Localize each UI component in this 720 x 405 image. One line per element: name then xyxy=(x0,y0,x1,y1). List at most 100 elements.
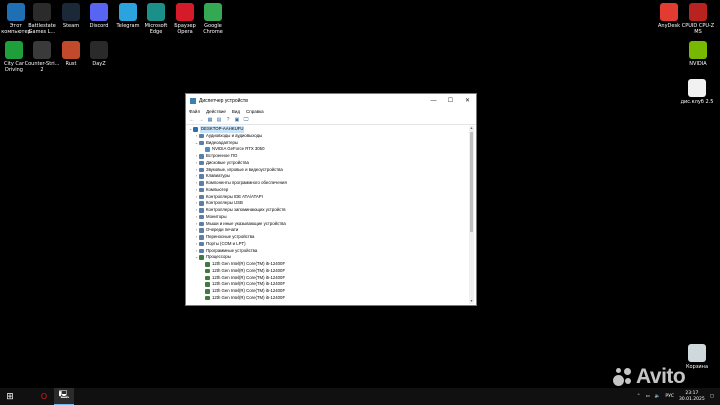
device-category[interactable]: ⌄ Видеоадаптеры xyxy=(188,140,472,147)
scroll-up-icon[interactable]: ▲ xyxy=(469,126,474,131)
device-category[interactable]: ⌄ Процессоры xyxy=(188,254,472,261)
menu-view[interactable]: Вид xyxy=(232,109,240,114)
device-icon xyxy=(199,201,204,206)
toolbar: ← → ▦ ▤ ? ▣ 🖵 xyxy=(186,116,476,125)
show-hide-tree-icon[interactable]: ▦ xyxy=(207,117,213,123)
recycle-bin-icon xyxy=(688,344,706,362)
cpu-icon xyxy=(205,295,210,301)
device-category[interactable]: › Контроллеры запоминающих устройств xyxy=(188,207,472,214)
menu-file[interactable]: Файл xyxy=(189,109,200,114)
device-icon xyxy=(199,241,204,247)
device-item[interactable]: 12th Gen Intel(R) Core(TM) i5-12400F xyxy=(188,295,472,302)
tree-node-label: Компьютер xyxy=(206,186,229,192)
menu-help[interactable]: Справка xyxy=(246,109,264,114)
device-icon xyxy=(199,181,204,186)
tree-node-label: Мониторы xyxy=(206,213,227,219)
device-category[interactable]: › Компьютер xyxy=(188,187,472,194)
tree-node-label: Дисковые устройства xyxy=(206,159,249,165)
tree-node-label: 12th Gen Intel(R) Core(TM) i5-12400F xyxy=(212,261,286,266)
start-button[interactable]: ⊞ xyxy=(0,388,20,405)
network-icon[interactable]: ▭ xyxy=(645,394,649,399)
taskbar: ⊞ O 🖳 ⌃ ▭ 🔈 РУС 23:17 30.01.2025 ▢ xyxy=(0,388,720,405)
device-category[interactable]: › Компоненты программного обеспечения xyxy=(188,180,472,187)
gpu-icon xyxy=(205,147,210,152)
minimize-button[interactable]: — xyxy=(425,94,442,107)
tree-node-label: Контроллеры запоминающих устройств xyxy=(206,207,286,212)
maximize-button[interactable]: ☐ xyxy=(442,94,459,107)
device-category[interactable]: › Встроенное ПО xyxy=(188,153,472,160)
device-tree[interactable]: ⌄ DESKTOP-AAHKUFU › Аудиовходы и аудиовыход… xyxy=(188,126,472,304)
language-indicator[interactable]: РУС xyxy=(665,394,674,399)
device-category[interactable]: › Клавиатуры xyxy=(188,173,472,180)
device-icon xyxy=(199,167,204,173)
system-tray: ⌃ ▭ 🔈 РУС 23:17 30.01.2025 ▢ xyxy=(637,388,714,405)
tree-node-label: NVIDIA GeForce RTX 3050 xyxy=(212,146,265,152)
desktop-shortcut[interactable]: DayZ xyxy=(79,41,119,67)
tree-node-label: 12th Gen Intel(R) Core(TM) i5-12400F xyxy=(212,294,286,300)
device-item[interactable]: 12th Gen Intel(R) Core(TM) i5-12400F xyxy=(188,261,472,268)
help-icon[interactable]: ? xyxy=(225,117,231,123)
desktop-shortcut[interactable]: дис.клуб 2.5 xyxy=(677,79,717,105)
device-category[interactable]: › Переносные устройства xyxy=(188,234,472,241)
window-title: Диспетчер устройств xyxy=(199,97,248,104)
device-item[interactable]: 12th Gen Intel(R) Core(TM) i5-12400F xyxy=(188,281,472,288)
cpu-icon xyxy=(205,275,210,281)
device-item[interactable]: 12th Gen Intel(R) Core(TM) i5-12400F xyxy=(188,268,472,275)
scroll-thumb[interactable] xyxy=(470,132,473,232)
title-bar[interactable]: Диспетчер устройств — ☐ ✕ xyxy=(186,94,476,107)
desktop-shortcut-label: Google Chrome xyxy=(203,23,223,35)
device-category[interactable]: › Программные устройства xyxy=(188,248,472,255)
desktop-shortcut[interactable]: CPUID CPU-Z MS xyxy=(678,3,718,35)
device-icon xyxy=(199,160,204,166)
tree-node-label: Программные устройства xyxy=(206,247,258,253)
file-icon xyxy=(688,79,706,97)
pc-icon xyxy=(193,127,198,132)
tree-node-label: Видеоадаптеры xyxy=(206,139,238,145)
tree-node-label: DESKTOP-AAHKUFU xyxy=(200,126,245,133)
scroll-down-icon[interactable]: ▼ xyxy=(469,299,474,304)
cpu-icon xyxy=(205,282,210,287)
monitor-icon[interactable]: 🖵 xyxy=(243,117,249,123)
vertical-scrollbar[interactable]: ▲ ▼ xyxy=(469,126,474,304)
device-category[interactable]: › Очереди печати xyxy=(188,227,472,234)
anydesk-icon xyxy=(660,3,678,21)
properties-icon[interactable]: ▤ xyxy=(216,117,222,123)
notifications-icon[interactable]: ▢ xyxy=(710,394,714,399)
device-category[interactable]: › Аудиовходы и аудиовыходы xyxy=(188,133,472,140)
device-item[interactable]: NVIDIA GeForce RTX 3050 xyxy=(188,146,472,153)
device-item[interactable]: 12th Gen Intel(R) Core(TM) i5-12400F xyxy=(188,275,472,282)
device-category[interactable]: › Дисковые устройства xyxy=(188,160,472,167)
device-category[interactable]: › Контроллеры USB xyxy=(188,200,472,207)
tray-chevron-icon[interactable]: ⌃ xyxy=(637,394,641,399)
device-category[interactable]: › Мониторы xyxy=(188,214,472,221)
telegram-icon xyxy=(119,3,137,21)
device-manager-window[interactable]: Диспетчер устройств — ☐ ✕ Файл Действие … xyxy=(185,93,477,306)
action-icon[interactable]: ▣ xyxy=(234,117,240,123)
device-category[interactable]: › Мыши и иные указывающие устройства xyxy=(188,221,472,228)
steam-icon xyxy=(62,3,80,21)
cpu-icon xyxy=(199,255,204,260)
menu-action[interactable]: Действие xyxy=(206,109,226,114)
device-category[interactable]: › Контроллеры IDE ATA/ATAPI xyxy=(188,194,472,201)
back-icon[interactable]: ← xyxy=(189,117,195,123)
taskbar-apps: O 🖳 xyxy=(34,388,74,405)
forward-icon[interactable]: → xyxy=(198,117,204,123)
device-category[interactable]: › Порты (COM и LPT) xyxy=(188,241,472,248)
tree-node-label: Процессоры xyxy=(206,254,231,260)
desktop-shortcut[interactable]: Google Chrome xyxy=(193,3,233,35)
device-manager-icon[interactable]: 🖳 xyxy=(54,388,74,405)
tree-root[interactable]: ⌄ DESKTOP-AAHKUFU xyxy=(188,126,472,133)
tree-node-label: Переносные устройства xyxy=(206,234,255,239)
cpu-icon xyxy=(205,262,210,267)
opera-icon[interactable]: O xyxy=(34,388,54,405)
tree-node-label: 12th Gen Intel(R) Core(TM) i5-12400F xyxy=(212,274,286,280)
desktop-shortcut-label: CPUID CPU-Z MS xyxy=(681,23,715,35)
avito-wordmark: Avito xyxy=(636,365,686,388)
cpuz-icon xyxy=(689,3,707,21)
desktop-shortcut[interactable]: NVIDIA xyxy=(678,41,718,67)
device-category[interactable]: › Звуковые, игровые и видеоустройства xyxy=(188,167,472,174)
close-button[interactable]: ✕ xyxy=(459,94,476,107)
device-item[interactable]: 12th Gen Intel(R) Core(TM) i5-12400F xyxy=(188,288,472,295)
volume-icon[interactable]: 🔈 xyxy=(655,394,661,399)
clock[interactable]: 23:17 30.01.2025 xyxy=(679,391,705,402)
